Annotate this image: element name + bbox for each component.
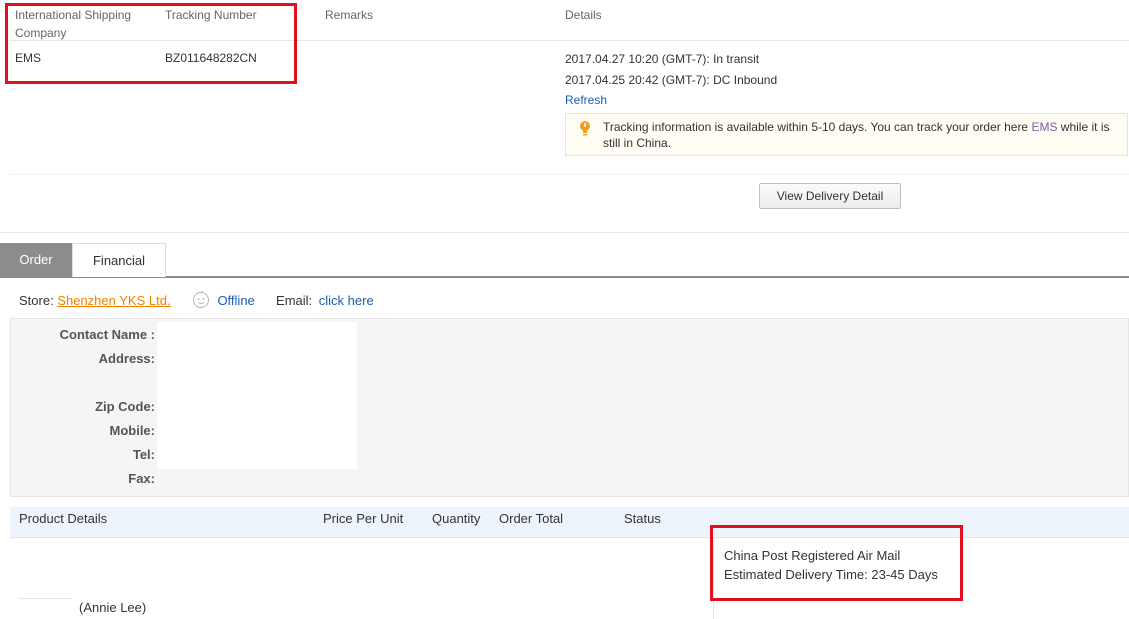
header-status: Status — [624, 511, 661, 526]
store-line: Store: Shenzhen YKS Ltd. Offline Email: … — [19, 290, 374, 310]
store-status-offline[interactable]: Offline — [217, 293, 254, 308]
buyer-name: (Annie Lee) — [79, 600, 147, 615]
address-label: Address: — [98, 351, 155, 366]
section-divider — [0, 232, 1129, 233]
highlight-box-tracking — [5, 3, 297, 84]
tracking-event: 2017.04.25 20:42 (GMT-7): DC Inbound — [565, 73, 778, 87]
store-name-link[interactable]: Shenzhen YKS Ltd. — [57, 293, 170, 308]
zip-code-label: Zip Code: — [95, 399, 155, 414]
header-quantity: Quantity — [432, 511, 481, 526]
tracking-row-divider — [10, 174, 1129, 175]
contact-values-area — [157, 322, 357, 469]
header-price-per-unit: Price Per Unit — [323, 511, 404, 526]
ems-tracking-link[interactable]: EMS — [1031, 120, 1057, 134]
email-click-here-link[interactable]: click here — [319, 293, 374, 308]
highlight-box-shipping — [710, 525, 963, 601]
email-label: Email: — [276, 293, 313, 308]
view-delivery-detail-button[interactable]: View Delivery Detail — [759, 183, 901, 209]
tracking-event: 2017.04.27 10:20 (GMT-7): In transit — [565, 52, 760, 66]
tracking-notice: Tracking information is available within… — [565, 113, 1128, 156]
notice-text-prefix: Tracking information is available within… — [603, 120, 1032, 134]
refresh-link[interactable]: Refresh — [565, 92, 607, 108]
product-thumb-line — [18, 598, 72, 599]
contact-name-label: Contact Name : — [59, 327, 155, 342]
tab-financial[interactable]: Financial — [72, 243, 166, 277]
header-order-total: Order Total — [499, 511, 564, 526]
header-product-details: Product Details — [19, 511, 108, 526]
store-label: Store: — [19, 293, 54, 308]
tracking-notice-text: Tracking information is available within… — [603, 119, 1123, 151]
header-details: Details — [565, 8, 602, 22]
tab-order[interactable]: Order — [0, 243, 72, 277]
tel-label: Tel: — [132, 447, 155, 462]
fax-label: Fax: — [128, 471, 155, 486]
lightbulb-icon — [580, 121, 590, 136]
mobile-label: Mobile: — [109, 423, 156, 438]
header-remarks: Remarks — [325, 8, 374, 22]
chat-face-icon[interactable] — [192, 290, 210, 309]
tab-bar-line — [0, 276, 1129, 278]
